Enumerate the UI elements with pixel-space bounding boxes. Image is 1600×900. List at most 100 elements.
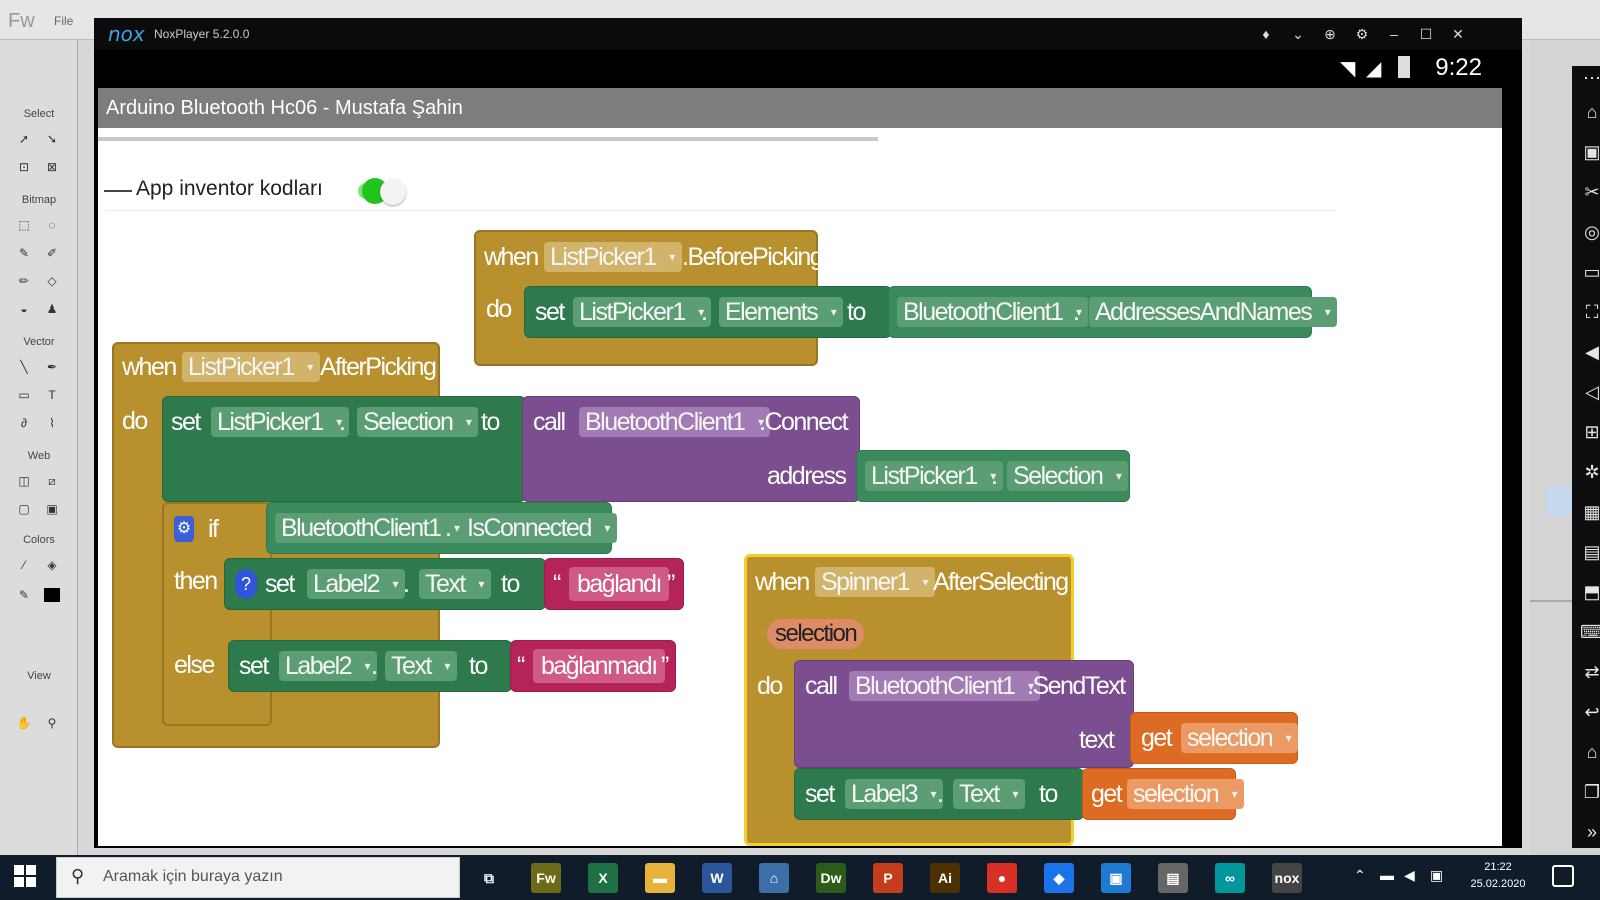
recent-apps-icon[interactable]: ❐ — [1580, 780, 1600, 804]
hotspot-tool-icon[interactable]: ◫ — [16, 474, 32, 488]
pin-icon[interactable]: ⊕ — [1320, 24, 1340, 44]
taskbar-search-box[interactable]: ⚲ Aramak için buraya yazın — [56, 857, 460, 898]
taskbar-app-task-view-icon[interactable]: ⧉ — [474, 863, 504, 893]
string-value[interactable]: bağlandı — [569, 567, 669, 601]
fill-color-swatch[interactable] — [44, 588, 60, 602]
apk-install-icon[interactable]: ⊞ — [1580, 420, 1600, 444]
screen-icon[interactable]: ▭ — [1580, 260, 1600, 284]
back-icon[interactable]: ↩ — [1580, 700, 1600, 724]
taskbar-app-chrome-icon[interactable]: ● — [987, 863, 1017, 893]
getter-component-dropdown[interactable]: BluetoothClient1 — [897, 297, 1089, 327]
bluetooth-addresses-getter[interactable]: BluetoothClient1 . AddressesAndNames — [888, 286, 1338, 338]
menu-file[interactable]: File — [54, 14, 73, 28]
crop-tool-icon[interactable]: ⊠ — [44, 160, 60, 174]
getter-property-dropdown[interactable]: IsConnected — [461, 513, 617, 543]
set-component-dropdown[interactable]: Label3 — [845, 779, 944, 809]
call-send-text-block[interactable]: call BluetoothClient1 .SendText text — [794, 660, 1134, 768]
network-tray-icon[interactable]: ▬ — [1380, 867, 1394, 883]
hide-slices-icon[interactable]: ▢ — [16, 502, 32, 516]
home-icon[interactable]: ⌂ — [1580, 740, 1600, 764]
freeform-tool-icon[interactable]: ∂ — [16, 416, 32, 430]
call-connect-block[interactable]: call BluetoothClient1 .Connect address — [522, 396, 860, 502]
wand-tool-icon[interactable]: ✎ — [16, 246, 32, 260]
marquee-tool-icon[interactable]: ⬚ — [16, 218, 32, 232]
set-property-dropdown[interactable]: Text — [419, 569, 491, 599]
hand-tool-icon[interactable]: ✋ — [16, 716, 32, 730]
taskbar-app-arduino-icon[interactable]: ∞ — [1215, 863, 1245, 893]
set-component-dropdown[interactable]: Label2 — [279, 651, 378, 681]
show-slices-icon[interactable]: ▣ — [44, 502, 60, 516]
macro-icon[interactable]: ▦ — [1580, 500, 1600, 524]
taskbar-app-illustrator-icon[interactable]: Ai — [930, 863, 960, 893]
multi-instance-icon[interactable]: ▤ — [1580, 540, 1600, 564]
string-value[interactable]: bağlanmadı — [533, 649, 665, 683]
getter-property-dropdown[interactable]: Selection — [1007, 461, 1129, 491]
brush-tool-icon[interactable]: ✐ — [44, 246, 60, 260]
is-connected-getter[interactable]: BluetoothClient1 . IsConnected — [266, 502, 617, 554]
pen-tool-icon[interactable]: ✒ — [44, 360, 60, 374]
pointer-tool-icon[interactable]: ➚ — [16, 132, 32, 146]
variable-dropdown[interactable]: selection — [1181, 723, 1299, 753]
settings-icon[interactable]: ⚙ — [1352, 24, 1372, 44]
listpicker-selection-getter[interactable]: ListPicker1 . Selection — [856, 450, 1130, 502]
maximize-icon[interactable]: ☐ — [1416, 24, 1436, 44]
expand-icon[interactable]: » — [1580, 820, 1600, 844]
fullscreen-icon[interactable]: ⛶ — [1580, 300, 1600, 324]
set-selection-block[interactable]: set ListPicker1 . Selection to — [162, 396, 526, 502]
sync-icon[interactable]: ✲ — [1580, 460, 1600, 484]
variable-dropdown[interactable]: selection — [1127, 779, 1245, 809]
close-icon[interactable]: ✕ — [1448, 24, 1468, 44]
zoom-tool-icon[interactable]: ⚲ — [44, 716, 60, 730]
text-block-not-connected[interactable]: “ bağlanmadı ” — [510, 640, 676, 692]
bucket-tool-icon[interactable]: ◈ — [44, 558, 60, 572]
component-dropdown[interactable]: ListPicker1 — [544, 242, 682, 272]
help-icon[interactable]: ? — [235, 569, 257, 599]
taskbar-app-photos-icon[interactable]: ▣ — [1101, 863, 1131, 893]
stroke-color-icon[interactable]: ✎ — [16, 588, 32, 602]
component-dropdown[interactable]: Spinner1 — [815, 567, 936, 597]
taskbar-app-dreamweaver-icon[interactable]: Dw — [816, 863, 846, 893]
link-icon[interactable]: ⇄ — [1580, 660, 1600, 684]
taskbar-app-file-explorer-icon[interactable]: ▬ — [645, 863, 675, 893]
text-tool-icon[interactable]: T — [44, 388, 60, 402]
taskbar-app-drive-icon[interactable]: ◆ — [1044, 863, 1074, 893]
taskbar-app-powerpoint-icon[interactable]: P — [873, 863, 903, 893]
call-component-dropdown[interactable]: BluetoothClient1 — [579, 407, 771, 437]
location-icon[interactable]: ◎ — [1580, 220, 1600, 244]
line-tool-icon[interactable]: ╲ — [16, 360, 32, 374]
minimize-icon[interactable]: – — [1384, 24, 1404, 44]
slice-tool-icon[interactable]: ⧄ — [44, 474, 60, 488]
set-component-dropdown[interactable]: ListPicker1 — [573, 297, 711, 327]
lasso-tool-icon[interactable]: ◌ — [44, 218, 60, 232]
keyboard-icon[interactable]: ⌨ — [1580, 620, 1600, 644]
blur-tool-icon[interactable]: ◒ — [16, 302, 32, 316]
more-icon[interactable]: ⋯ — [1580, 66, 1600, 90]
notifications-icon[interactable] — [1552, 865, 1574, 887]
set-property-dropdown[interactable]: Selection — [357, 407, 479, 437]
shake-icon[interactable]: ⌂ — [1580, 100, 1600, 124]
eraser-tool-icon[interactable]: ◇ — [44, 274, 60, 288]
set-component-dropdown[interactable]: ListPicker1 — [211, 407, 349, 437]
get-selection-block[interactable]: get selection — [1130, 712, 1299, 764]
taskbar-app-network-icon[interactable]: ⌂ — [759, 863, 789, 893]
text-block-connected[interactable]: “ bağlandı ” — [544, 558, 684, 610]
event-parameter[interactable]: selection — [767, 619, 865, 649]
set-label2-then-block[interactable]: ? set Label2 . Text to — [224, 558, 546, 610]
get-selection-block-2[interactable]: get selection — [1082, 768, 1245, 820]
language-tray-icon[interactable]: ▣ — [1430, 867, 1443, 884]
screenshot-icon[interactable]: ▣ — [1580, 140, 1600, 164]
code-switch[interactable] — [358, 178, 408, 205]
set-property-dropdown[interactable]: Text — [953, 779, 1025, 809]
taskbar-app-word-icon[interactable]: W — [702, 863, 732, 893]
eyedropper-tool-icon[interactable]: ⁄ — [16, 558, 32, 572]
if-block[interactable]: ⚙ if then else — [162, 502, 272, 726]
volume-down-icon[interactable]: ◁ — [1580, 380, 1600, 404]
subselect-tool-icon[interactable]: ➘ — [44, 132, 60, 146]
taskbar-app-nox-icon[interactable]: nox — [1272, 863, 1302, 893]
set-property-dropdown[interactable]: Elements — [719, 297, 844, 327]
rectangle-tool-icon[interactable]: ▭ — [16, 388, 32, 402]
windows-start-button[interactable] — [14, 865, 38, 889]
set-component-dropdown[interactable]: Label2 — [307, 569, 406, 599]
scissors-icon[interactable]: ✂ — [1580, 180, 1600, 204]
call-component-dropdown[interactable]: BluetoothClient1 — [849, 671, 1041, 701]
